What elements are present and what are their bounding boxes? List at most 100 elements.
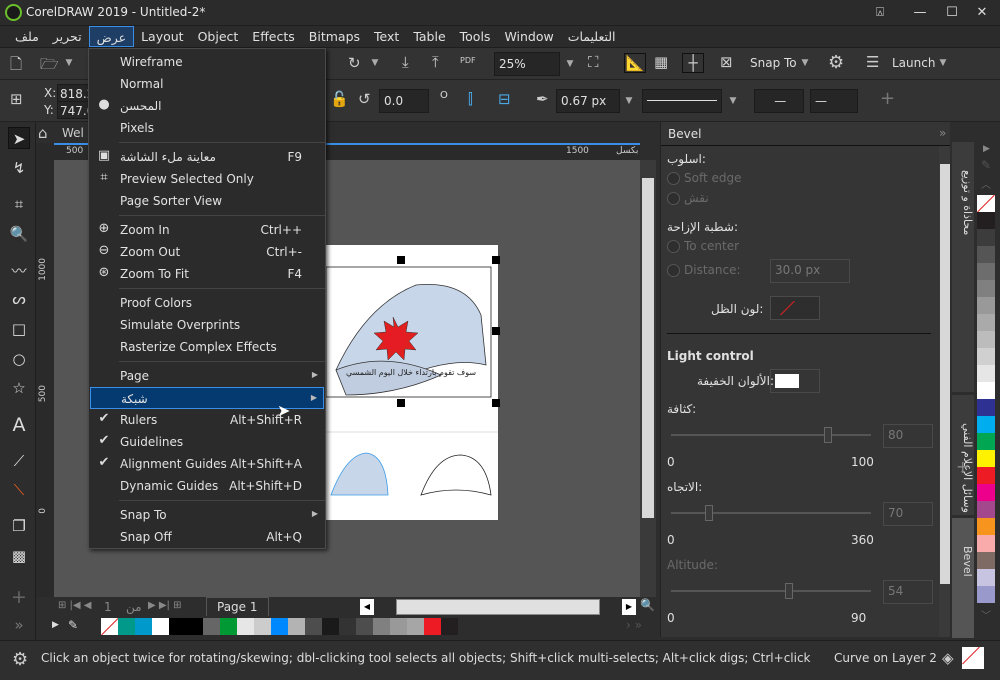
open-folder-icon[interactable]: 🗁 bbox=[40, 54, 59, 79]
menu-10[interactable]: Window bbox=[497, 26, 560, 47]
docker-tab-0[interactable]: محاذاة و توزيع bbox=[952, 142, 974, 392]
intensity-field[interactable]: 80 bbox=[883, 424, 933, 448]
close-button[interactable]: ✕ bbox=[968, 2, 996, 24]
vertical-ruler[interactable]: 1000 500 0 bbox=[36, 143, 54, 597]
menu-3[interactable]: Layout bbox=[134, 26, 191, 47]
line-style-field[interactable] bbox=[642, 89, 722, 113]
pick-tool-icon[interactable]: ➤ bbox=[8, 127, 30, 149]
menu-item[interactable]: Rasterize Complex Effects bbox=[90, 336, 324, 358]
line-style-dropdown-icon[interactable]: ▼ bbox=[726, 96, 740, 106]
color-swatch[interactable] bbox=[977, 348, 995, 365]
text-tool-icon[interactable]: A bbox=[8, 414, 30, 436]
direction-slider[interactable] bbox=[671, 505, 871, 521]
menu-item[interactable]: Proof Colors bbox=[90, 292, 324, 314]
reference-point-icon[interactable]: ⊞ bbox=[10, 90, 23, 108]
eyedropper-icon[interactable]: ✎ bbox=[981, 158, 1000, 172]
redo-dropdown-icon[interactable]: ▼ bbox=[368, 58, 382, 68]
menu-item[interactable]: Pixels bbox=[90, 117, 324, 139]
color-swatch[interactable] bbox=[977, 246, 995, 263]
scroll-left-icon[interactable]: ◀ bbox=[360, 599, 374, 615]
color-swatch[interactable] bbox=[135, 618, 152, 635]
direction-field[interactable]: 70 bbox=[883, 502, 933, 526]
vertical-scrollbar[interactable] bbox=[640, 160, 656, 597]
menu-7[interactable]: Text bbox=[367, 26, 406, 47]
color-swatch[interactable] bbox=[186, 618, 203, 635]
add-docker-icon[interactable]: + bbox=[956, 457, 969, 476]
zoom-tool-icon[interactable]: 🔍 bbox=[8, 223, 30, 245]
color-swatch[interactable] bbox=[305, 618, 322, 635]
color-swatch[interactable] bbox=[356, 618, 373, 635]
status-settings-gear-icon[interactable]: ⚙ bbox=[12, 649, 28, 670]
color-swatch[interactable] bbox=[977, 501, 995, 518]
rectangle-tool-icon[interactable]: □ bbox=[8, 318, 30, 340]
color-swatch[interactable] bbox=[977, 297, 995, 314]
color-swatch[interactable] bbox=[390, 618, 407, 635]
add-page-before-icon[interactable]: ⊞ |◀ ◀ bbox=[58, 600, 92, 611]
color-swatch[interactable] bbox=[977, 467, 995, 484]
altitude-field[interactable]: 54 bbox=[883, 580, 933, 604]
docker-tab-2[interactable]: Bevel bbox=[952, 518, 974, 638]
open-dropdown-icon[interactable]: ▼ bbox=[62, 58, 76, 68]
color-swatch[interactable] bbox=[977, 535, 995, 552]
crop-tool-icon[interactable]: ⌗ bbox=[8, 193, 30, 215]
selection-handle[interactable] bbox=[397, 256, 405, 264]
color-swatch[interactable] bbox=[203, 618, 220, 635]
polygon-tool-icon[interactable]: ☆ bbox=[8, 377, 30, 399]
color-swatch[interactable] bbox=[169, 618, 186, 635]
color-swatch[interactable] bbox=[407, 618, 424, 635]
menu-item[interactable]: Simulate Overprints bbox=[90, 314, 324, 336]
menu-9[interactable]: Tools bbox=[453, 26, 498, 47]
menu-item[interactable]: Wireframe bbox=[90, 51, 324, 73]
color-swatch[interactable] bbox=[288, 618, 305, 635]
notify-icon[interactable]: ⍓ bbox=[866, 2, 894, 24]
color-swatch[interactable] bbox=[977, 263, 995, 280]
fill-icon[interactable]: ◈ bbox=[942, 649, 954, 667]
color-swatch[interactable] bbox=[977, 280, 995, 297]
altitude-slider-thumb[interactable] bbox=[784, 583, 793, 599]
color-swatch[interactable] bbox=[977, 552, 995, 569]
outline-width-dropdown-icon[interactable]: ▼ bbox=[622, 96, 636, 106]
color-swatch[interactable] bbox=[977, 382, 995, 399]
menu-item[interactable]: ⊖ Zoom Out Ctrl+- bbox=[90, 241, 324, 263]
menu-6[interactable]: Bitmaps bbox=[302, 26, 367, 47]
menu-item[interactable]: ⊕ Zoom In Ctrl++ bbox=[90, 219, 324, 241]
direction-slider-thumb[interactable] bbox=[705, 505, 714, 521]
snap-dropdown-icon[interactable]: ▼ bbox=[798, 58, 812, 68]
maximize-button[interactable]: ☐ bbox=[938, 2, 966, 24]
menu-item[interactable]: Page Sorter View bbox=[90, 190, 324, 212]
color-swatch[interactable] bbox=[977, 569, 995, 586]
menu-item[interactable]: Page ▶ bbox=[90, 365, 324, 387]
color-swatch[interactable] bbox=[977, 365, 995, 382]
color-swatch[interactable] bbox=[271, 618, 288, 635]
snap-to-button[interactable]: Snap To bbox=[750, 56, 797, 70]
color-swatch[interactable] bbox=[977, 450, 995, 467]
selection-handle[interactable] bbox=[397, 399, 405, 407]
eyedropper-icon[interactable]: ✎ bbox=[68, 618, 78, 632]
add-tool-icon[interactable]: + bbox=[8, 586, 30, 608]
dimension-tool-icon[interactable]: ⟋ bbox=[8, 450, 30, 472]
shape-tool-icon[interactable]: ↯ bbox=[8, 157, 30, 179]
export-icon[interactable]: ⤒ bbox=[432, 53, 439, 71]
menu-4[interactable]: Object bbox=[191, 26, 246, 47]
menu-0[interactable]: ملف bbox=[8, 26, 46, 47]
zoom-level-field[interactable]: 25% bbox=[494, 52, 560, 76]
color-swatch[interactable] bbox=[977, 433, 995, 450]
menu-item[interactable]: ✔ Guidelines bbox=[90, 431, 324, 453]
rotation-icon[interactable]: ↺ bbox=[358, 90, 371, 108]
connector-tool-icon[interactable]: ⟍ bbox=[8, 479, 30, 501]
menu-item[interactable]: ● المحسن bbox=[90, 95, 324, 117]
color-swatch[interactable] bbox=[152, 618, 169, 635]
selection-handle[interactable] bbox=[492, 327, 500, 335]
color-swatch[interactable] bbox=[237, 618, 254, 635]
menu-item[interactable]: Dynamic Guides Alt+Shift+D bbox=[90, 475, 324, 497]
menu-item[interactable]: Normal bbox=[90, 73, 324, 95]
drop-shadow-tool-icon[interactable]: ❐ bbox=[8, 515, 30, 537]
ellipse-tool-icon[interactable]: ○ bbox=[8, 348, 30, 370]
launch-dropdown-icon[interactable]: ▼ bbox=[936, 58, 950, 68]
menu-2[interactable]: عرض bbox=[88, 26, 135, 47]
freehand-tool-icon[interactable]: 〰 bbox=[8, 260, 30, 282]
document-page[interactable]: سوف تقوم بارتداء خلال اليوم الشمسي bbox=[325, 245, 498, 520]
outline-width-field[interactable]: 0.67 px bbox=[556, 89, 620, 113]
to-center-radio[interactable]: To center bbox=[667, 239, 739, 253]
color-swatch[interactable] bbox=[322, 618, 339, 635]
